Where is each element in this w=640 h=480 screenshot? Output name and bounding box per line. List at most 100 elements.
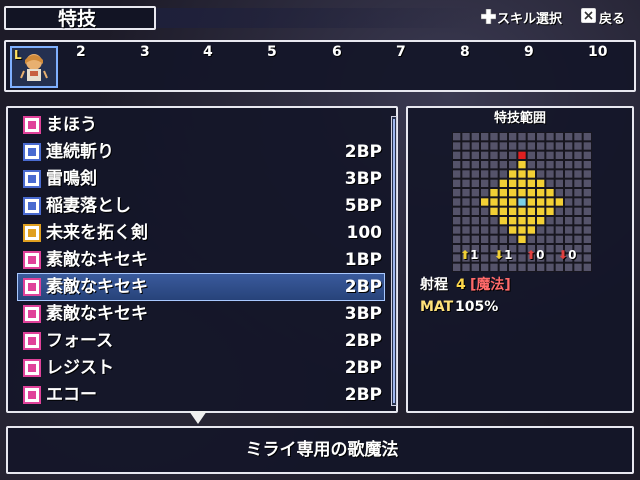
range-cell <box>555 235 563 243</box>
range-cell <box>555 226 563 234</box>
range-cell <box>481 161 489 169</box>
range-cell-in-range <box>509 217 517 225</box>
skill-row[interactable]: まほう <box>18 112 384 138</box>
page-title: 特技 <box>58 8 97 30</box>
range-cell <box>537 170 545 178</box>
range-cell <box>471 189 479 197</box>
range-cell <box>555 189 563 197</box>
range-cell <box>471 226 479 234</box>
skill-range-panel: 特技範囲 ⬆1 ⬇1 ⬆0 ⬇0 射程 4 [魔法] MAT 105% <box>406 106 634 413</box>
description-panel: ミライ専用の歌魔法 <box>6 426 634 474</box>
level-slot-8[interactable]: 8 <box>460 44 470 60</box>
range-cell <box>453 151 461 159</box>
range-cell <box>453 161 461 169</box>
level-slot-10[interactable]: 10 <box>588 44 607 60</box>
skill-row[interactable]: 連続斬り 2BP <box>18 139 384 165</box>
range-cell <box>537 161 545 169</box>
range-cell-in-range <box>499 189 507 197</box>
skill-cost: 3BP <box>344 169 382 189</box>
level-bar: L 2 3 4 5 6 7 8 9 10 <box>4 40 636 92</box>
range-cell <box>471 198 479 206</box>
range-cell <box>490 179 498 187</box>
range-cell <box>481 170 489 178</box>
skill-cost: 2BP <box>344 331 382 351</box>
range-cell <box>555 161 563 169</box>
skill-cost: 1BP <box>344 250 382 270</box>
range-cell <box>471 179 479 187</box>
range-cell <box>453 142 461 150</box>
level-slot-7[interactable]: 7 <box>396 44 406 60</box>
skill-row[interactable]: エコー 2BP <box>18 382 384 408</box>
range-cell-in-range <box>509 226 517 234</box>
range-cell <box>509 142 517 150</box>
back-hint[interactable]: 戻る <box>599 12 625 28</box>
level-slot-3[interactable]: 3 <box>140 44 150 60</box>
scrollbar[interactable] <box>391 116 397 406</box>
range-cell-in-range <box>546 198 554 206</box>
skill-row[interactable]: 稲妻落とし 5BP <box>18 193 384 219</box>
scrollbar-thumb[interactable] <box>393 119 395 403</box>
range-cell-in-range <box>518 235 526 243</box>
range-value: 4 <box>456 277 466 293</box>
vo-icon <box>23 386 41 404</box>
current-level-label: L <box>14 48 22 62</box>
mat-label: MAT <box>420 299 454 315</box>
range-cell-origin <box>518 198 526 206</box>
skill-row[interactable]: 雷鳴剣 3BP <box>18 166 384 192</box>
range-cell <box>574 161 582 169</box>
skill-description: ミライ専用の歌魔法 <box>245 440 399 460</box>
level-slot-5[interactable]: 5 <box>267 44 277 60</box>
range-cell-in-range <box>518 207 526 215</box>
skill-name: 素敵なキセキ <box>46 250 148 270</box>
range-cell-in-range <box>537 179 545 187</box>
skill-list-panel: まほう 連続斬り 2BP 雷鳴剣 3BP 稲妻落とし 5BP 未来を拓く剣 100 素敵なキセキ 1… <box>6 106 398 413</box>
range-cell-in-range <box>499 207 507 215</box>
range-cell <box>546 226 554 234</box>
range-cell-in-range <box>481 198 489 206</box>
range-cell <box>574 179 582 187</box>
range-cell <box>499 235 507 243</box>
range-cell <box>565 151 573 159</box>
range-cell <box>555 217 563 225</box>
range-cell <box>555 170 563 178</box>
range-cell <box>462 189 470 197</box>
range-cell-in-range <box>518 217 526 225</box>
skill-row[interactable]: 素敵なキセキ 3BP <box>18 301 384 327</box>
range-cell <box>490 170 498 178</box>
slash-skill-icon <box>23 197 41 215</box>
range-cell-in-range <box>499 198 507 206</box>
range-cell <box>574 217 582 225</box>
level-slot-2[interactable]: 2 <box>76 44 86 60</box>
vo-icon <box>23 332 41 350</box>
range-cell <box>555 151 563 159</box>
skill-row[interactable]: フォース 2BP <box>18 328 384 354</box>
character-portrait[interactable]: L <box>10 46 58 88</box>
range-cell <box>462 161 470 169</box>
range-cell-in-range <box>509 179 517 187</box>
range-cell <box>499 133 507 141</box>
skill-cost: 5BP <box>344 196 382 216</box>
range-cell <box>509 151 517 159</box>
level-slot-9[interactable]: 9 <box>524 44 534 60</box>
skill-row[interactable]: レジスト 2BP <box>18 355 384 381</box>
skill-row[interactable]: 素敵なキセキ 1BP <box>18 247 384 273</box>
range-cell <box>565 217 573 225</box>
height-stat-2: ⬇1 <box>494 248 513 262</box>
skill-cost: 2BP <box>344 277 382 297</box>
skill-cost: 2BP <box>344 385 382 405</box>
scroll-down-arrow-icon[interactable] <box>189 411 207 424</box>
level-slot-6[interactable]: 6 <box>332 44 342 60</box>
range-cell <box>574 151 582 159</box>
range-cell-in-range <box>499 217 507 225</box>
range-cell-in-range <box>537 189 545 197</box>
skill-row[interactable]: 未来を拓く剣 100 <box>18 220 384 246</box>
cancel-button-icon[interactable] <box>581 8 596 23</box>
skill-row-selected[interactable]: 素敵なキセキ 2BP <box>17 273 385 301</box>
range-cell <box>481 179 489 187</box>
level-slot-4[interactable]: 4 <box>203 44 213 60</box>
range-cell <box>574 235 582 243</box>
range-cell <box>471 217 479 225</box>
select-skill-hint: スキル選択 <box>497 12 563 27</box>
range-cell-in-range <box>490 207 498 215</box>
range-cell-in-range <box>490 198 498 206</box>
